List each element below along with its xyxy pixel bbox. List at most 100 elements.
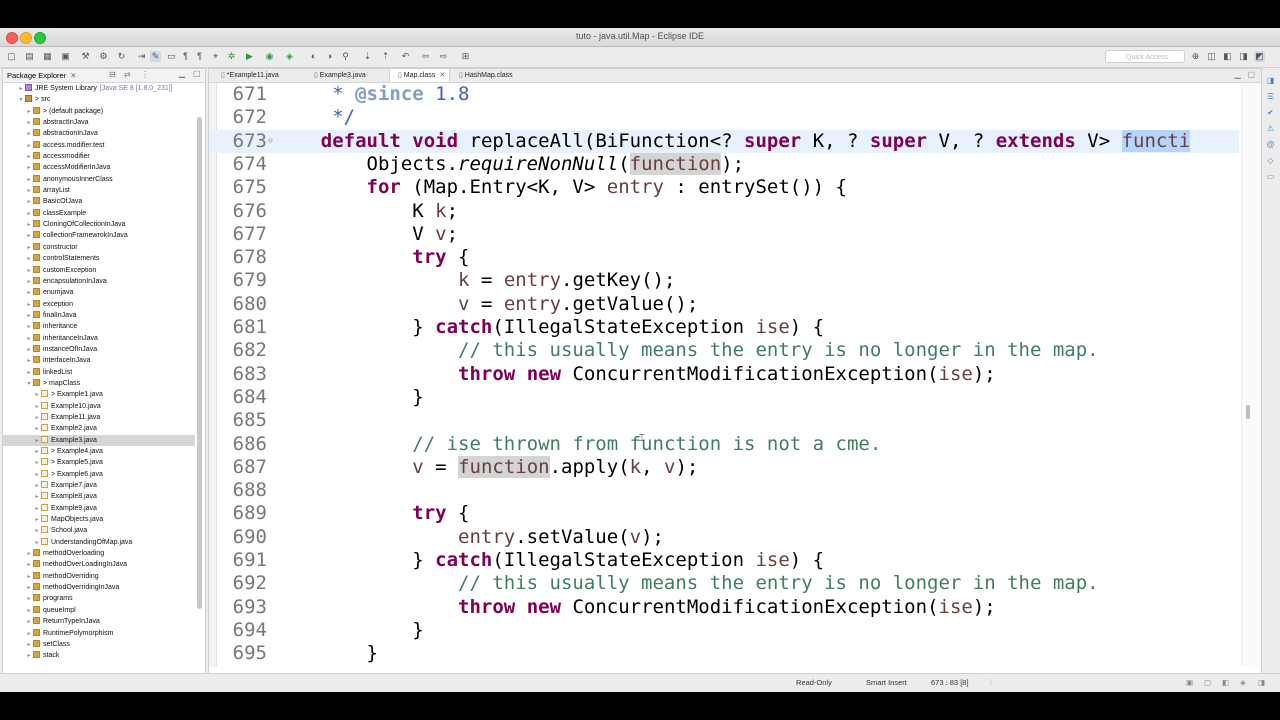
tree-item[interactable]: ▸ Example11.java xyxy=(3,412,195,423)
code-line[interactable]: 685 xyxy=(209,409,1239,432)
code-line[interactable]: 680 v = entry.getValue(); xyxy=(209,293,1239,316)
code-line[interactable]: 684 } xyxy=(209,386,1239,409)
restore-icon[interactable]: ◨ xyxy=(1266,76,1275,85)
tree-item[interactable]: ▸ > Example5.java xyxy=(3,457,195,468)
tree-item[interactable]: ▸ interfaceInJava xyxy=(3,355,195,366)
print-icon[interactable]: ▣ xyxy=(60,51,71,62)
tree-item[interactable]: ▸ abstractInJava xyxy=(3,117,195,128)
editor-tab[interactable]: ▯ HashMap.class xyxy=(451,69,533,82)
tree-item[interactable]: ▸ stack xyxy=(3,650,195,661)
code-line[interactable]: 694 } xyxy=(209,619,1239,642)
declaration-icon[interactable]: ◇ xyxy=(1266,156,1275,165)
editor-vertical-scrollbar[interactable] xyxy=(1241,83,1260,667)
debug-perspective-icon[interactable]: ◧ xyxy=(1222,51,1233,62)
tree-item[interactable]: ▸ customException xyxy=(3,265,195,276)
code-line[interactable]: 695 } xyxy=(209,642,1239,665)
tree-item[interactable]: ▸ methodOverriding xyxy=(3,571,195,582)
tree-item[interactable]: ▸ queueImpl xyxy=(3,605,195,616)
back-icon[interactable]: ⇦ xyxy=(420,51,431,62)
pin-icon[interactable]: ⌖ xyxy=(210,51,221,62)
tree-item[interactable]: ▸ Example9.java xyxy=(3,503,195,514)
java-perspective-icon[interactable]: ◩ xyxy=(1254,51,1265,62)
task-list-icon[interactable]: ✔ xyxy=(1266,108,1275,117)
show-whitespace-icon[interactable]: ¶ xyxy=(180,51,191,62)
outline-icon[interactable]: ☰ xyxy=(1266,92,1275,101)
git-perspective-icon[interactable]: ◨ xyxy=(1238,51,1249,62)
tree-item[interactable]: ▸ access.modifier.test xyxy=(3,140,195,151)
editor-tab[interactable]: ▯ *Example11.java xyxy=(213,69,305,82)
refresh-icon[interactable]: ↻ xyxy=(116,51,127,62)
tree-item[interactable]: ▸ inheritance xyxy=(3,321,195,332)
tree-item[interactable]: ▸ ReturnTypeInJava xyxy=(3,616,195,627)
code-line[interactable]: 689 try { xyxy=(209,502,1239,525)
build-icon[interactable]: ⚒ xyxy=(80,51,91,62)
last-edit-icon[interactable]: ↶ xyxy=(400,51,411,62)
code-line[interactable]: 676 K k; xyxy=(209,200,1239,223)
editor-tab[interactable]: ▯ Map.class ✕ xyxy=(389,69,450,82)
code-editor[interactable]: 671 * @since 1.8 672 */673 ⊖ default void … xyxy=(209,83,1239,667)
previous-annotation-icon[interactable]: ⇡ xyxy=(380,51,391,62)
code-line[interactable]: 679 k = entry.getKey(); xyxy=(209,269,1239,292)
run-icon[interactable]: ▶ xyxy=(244,51,255,62)
code-line[interactable]: 686 // ise thrown from function is not a… xyxy=(209,433,1239,456)
tree-item[interactable]: ▸ MapObjects.java xyxy=(3,514,195,525)
tree-item[interactable]: ▸ > Example4.java xyxy=(3,446,195,457)
external-tools-icon[interactable]: ◈ xyxy=(284,51,295,62)
status-icon-sync[interactable]: ▢ xyxy=(1204,678,1211,687)
tree-item[interactable]: ▸ exception xyxy=(3,299,195,310)
tree-item[interactable]: ▸ accessModifierInJava xyxy=(3,162,195,173)
tree-item[interactable]: ▸ UnderstandingOfMap.java xyxy=(3,537,195,548)
skip-icon[interactable]: ⇥ xyxy=(136,51,147,62)
minimize-editor-icon[interactable]: ▁ xyxy=(1235,70,1241,79)
save-icon[interactable]: ▤ xyxy=(24,51,35,62)
tree-item[interactable]: ▸ Example8.java xyxy=(3,491,195,502)
code-line[interactable]: 677 V v; xyxy=(209,223,1239,246)
view-menu-icon[interactable]: ⋮ xyxy=(141,70,149,79)
tree-item[interactable]: ▸ encapsulationInJava xyxy=(3,276,195,287)
maximize-editor-icon[interactable]: ▢ xyxy=(1247,70,1255,79)
next-annotation-icon[interactable]: ⇣ xyxy=(362,51,373,62)
tree-item[interactable]: ▸ Example3.java xyxy=(3,434,195,446)
tree-item[interactable]: ▸ enumjava xyxy=(3,287,195,298)
new-icon[interactable]: ▢ xyxy=(6,51,17,62)
tree-item[interactable]: ▸ arrayList xyxy=(3,185,195,196)
tree-item[interactable]: ▸ methodOverloading xyxy=(3,548,195,559)
perspective-icon[interactable]: ⊞ xyxy=(460,51,471,62)
collapse-all-icon[interactable]: ⊟ xyxy=(109,70,116,79)
code-line[interactable]: 690 entry.setValue(v); xyxy=(209,526,1239,549)
tree-item[interactable]: ▸ > (default package) xyxy=(3,106,195,117)
code-line[interactable]: 678 try { xyxy=(209,246,1239,269)
settings-icon[interactable]: ⚙ xyxy=(98,51,109,62)
tree-item[interactable]: ▸ Example7.java xyxy=(3,480,195,491)
tree-item[interactable]: ▸ accessmodifier xyxy=(3,151,195,162)
tree-item[interactable]: ▸ linkedList xyxy=(3,367,195,378)
search-icon[interactable]: ⚲ xyxy=(340,51,351,62)
tree-item[interactable]: ▸ CloningOfCollectionInJava xyxy=(3,219,195,230)
tree-item[interactable]: ▸ classExample xyxy=(3,208,195,219)
close-tab-icon[interactable]: ✕ xyxy=(439,72,445,79)
package-explorer-tab[interactable]: Package Explorer ✕ ⊟ ⇄ ⋮ ▁ ▢ xyxy=(3,69,205,83)
status-icon-progress[interactable]: ◧ xyxy=(1222,678,1229,687)
status-icon-notifications[interactable]: ◈ xyxy=(1240,678,1246,687)
mark-occurrences-icon[interactable]: ✎ xyxy=(150,51,161,62)
tree-item[interactable]: ▸ collectionFramewrokInJava xyxy=(3,230,195,241)
run-last-icon[interactable]: ◉ xyxy=(264,51,275,62)
editor-tab[interactable]: ▯ Example3.java xyxy=(306,69,388,82)
status-icon-tips[interactable]: ◨ xyxy=(1258,678,1265,687)
maximize-view-icon[interactable]: ▢ xyxy=(193,69,201,78)
tree-item[interactable]: ▾ > src xyxy=(3,94,195,105)
tree-item[interactable]: ▸ > Example6.java xyxy=(3,469,195,480)
tree-item[interactable]: ▸ instanceOfInJava xyxy=(3,344,195,355)
code-line[interactable]: 682 // this usually means the entry is n… xyxy=(209,339,1239,362)
tree-item[interactable]: ▸ programs xyxy=(3,593,195,604)
open-perspective-icon[interactable]: ⊕ xyxy=(1190,51,1201,62)
tree-item[interactable]: ▸ constructor xyxy=(3,242,195,253)
code-line[interactable]: 673 ⊖ default void replaceAll(BiFunction<… xyxy=(209,129,1239,153)
tree-item[interactable]: ▾ > mapClass xyxy=(3,378,195,389)
tree-item[interactable]: ▸ > Example1.java xyxy=(3,389,195,400)
fold-icon[interactable]: ⊖ xyxy=(268,129,273,152)
tree-item[interactable]: ▸ abstractionInJava xyxy=(3,128,195,139)
java-ee-perspective-icon[interactable]: ◫ xyxy=(1206,51,1217,62)
block-select-icon[interactable]: ▭ xyxy=(166,51,177,62)
scrollbar-thumb[interactable] xyxy=(1246,405,1250,419)
